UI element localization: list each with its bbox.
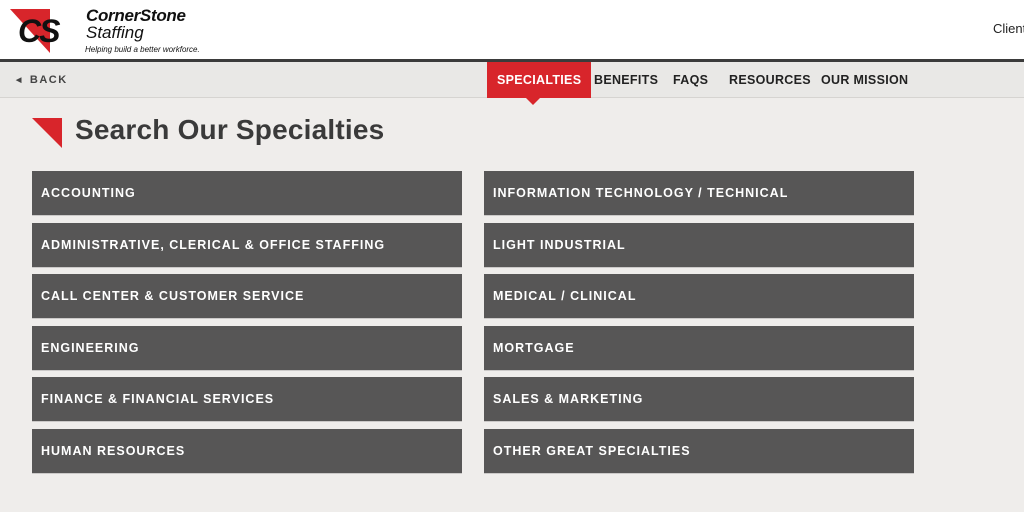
nav-tab-benefits[interactable]: BENEFITS (594, 62, 658, 98)
specialty-information-technology[interactable]: INFORMATION TECHNOLOGY / TECHNICAL (484, 171, 914, 215)
specialty-other[interactable]: OTHER GREAT SPECIALTIES (484, 429, 914, 473)
nav-bar: ◀ BACK SPECIALTIES BENEFITS FAQS RESOURC… (0, 62, 1024, 98)
svg-text:CS: CS (18, 13, 61, 49)
back-button[interactable]: ◀ BACK (16, 74, 68, 86)
brand-subtitle: Staffing (86, 23, 144, 42)
back-label: BACK (29, 74, 68, 86)
back-caret-icon: ◀ (16, 77, 23, 84)
specialty-finance[interactable]: FINANCE & FINANCIAL SERVICES (32, 377, 462, 421)
client-link[interactable]: Client (993, 21, 1024, 36)
nav-tab-our-mission[interactable]: OUR MISSION (821, 62, 908, 98)
specialty-medical-clinical[interactable]: MEDICAL / CLINICAL (484, 274, 914, 318)
specialty-light-industrial[interactable]: LIGHT INDUSTRIAL (484, 223, 914, 267)
specialty-call-center[interactable]: CALL CENTER & CUSTOMER SERVICE (32, 274, 462, 318)
nav-tab-specialties[interactable]: SPECIALTIES (487, 62, 592, 98)
specialty-accounting[interactable]: ACCOUNTING (32, 171, 462, 215)
nav-tab-faqs[interactable]: FAQS (673, 62, 708, 98)
specialty-human-resources[interactable]: HUMAN RESOURCES (32, 429, 462, 473)
specialty-mortgage[interactable]: MORTGAGE (484, 326, 914, 370)
page-title: Search Our Specialties (75, 114, 385, 145)
active-tab-indicator (526, 98, 540, 105)
specialty-engineering[interactable]: ENGINEERING (32, 326, 462, 370)
tagline: Helping build a better workforce. (85, 45, 200, 54)
specialty-sales-marketing[interactable]: SALES & MARKETING (484, 377, 914, 421)
title-flag-icon (32, 118, 62, 148)
nav-tab-resources[interactable]: RESOURCES (729, 62, 811, 98)
cornerstone-logo[interactable]: CS (10, 9, 80, 55)
site-header: CS CornerStone Staffing Helping build a … (0, 0, 1024, 59)
specialty-administrative[interactable]: ADMINISTRATIVE, CLERICAL & OFFICE STAFFI… (32, 223, 462, 267)
